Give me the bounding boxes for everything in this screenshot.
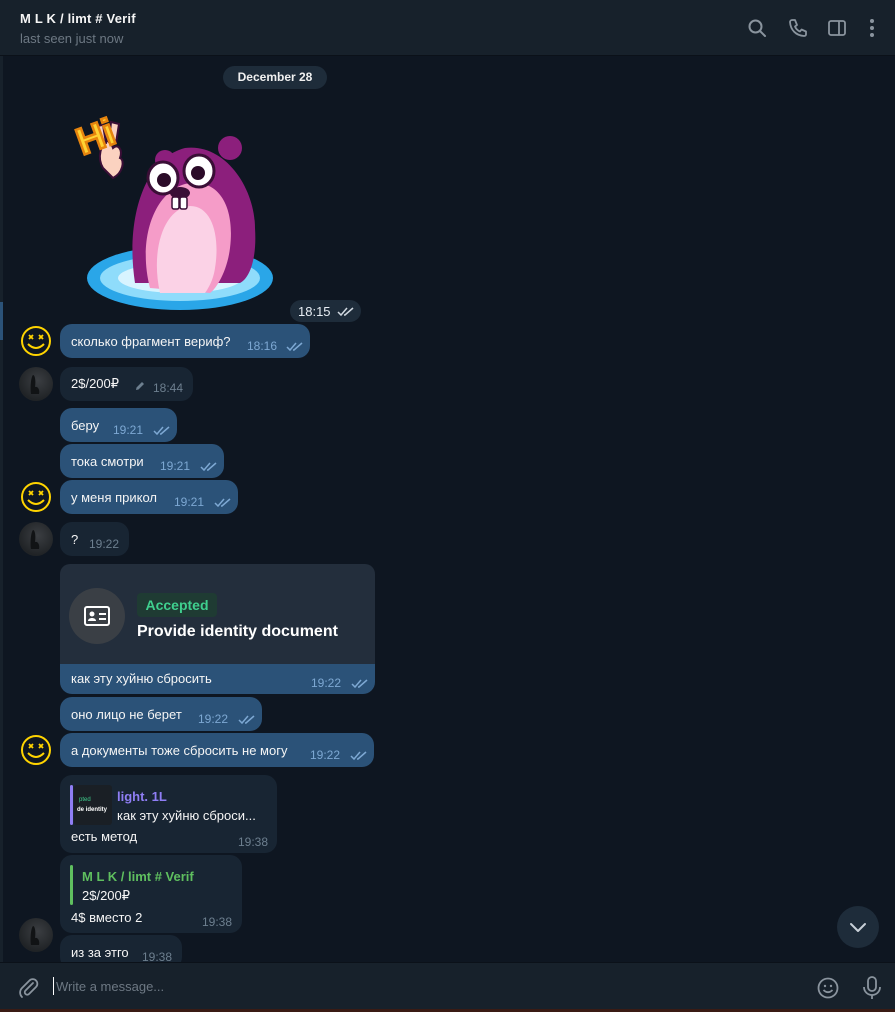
message-text: из за этго: [71, 945, 129, 960]
message-time: 19:22: [311, 676, 342, 690]
smiley-avatar[interactable]: [19, 480, 53, 514]
message-time: 19:38: [238, 835, 269, 849]
reply-quote: 2$/200₽: [82, 888, 131, 903]
message-text: беру: [71, 418, 100, 433]
reply-message-bubble[interactable]: M L K / limt # Verif 2$/200₽ 4$ вместо 2…: [60, 855, 242, 933]
contact-avatar[interactable]: [19, 367, 53, 401]
read-ticks-icon: [350, 751, 367, 761]
chat-title[interactable]: M L K / limt # Verif: [20, 11, 136, 26]
reply-quote: как эту хуйню сброси...: [117, 808, 256, 823]
message-text: у меня прикол: [71, 490, 158, 505]
message-text: как эту хуйню сбросить: [71, 671, 212, 686]
message-time: 18:44: [153, 381, 184, 395]
reply-author: M L K / limt # Verif: [82, 869, 194, 884]
message-text: 4$ вместо 2: [71, 910, 143, 925]
message-composer: Write a message...: [0, 962, 895, 1012]
message-time: 19:22: [198, 712, 229, 726]
read-ticks-icon: [238, 715, 255, 725]
message-time: 18:16: [247, 339, 278, 353]
id-card-icon: [84, 606, 110, 626]
message-time: 19:21: [160, 459, 191, 473]
message-text: 2$/200₽: [71, 376, 120, 391]
scroll-down-button[interactable]: [837, 906, 879, 948]
message-bubble[interactable]: у меня прикол 19:21: [60, 480, 238, 514]
message-text: сколько фрагмент вериф?: [71, 334, 231, 349]
message-text: оно лицо не берет: [71, 707, 182, 722]
sidebar-toggle-icon[interactable]: [826, 17, 848, 39]
microphone-icon[interactable]: [861, 975, 883, 1001]
smiley-avatar[interactable]: [19, 733, 53, 767]
card-title: Provide identity document: [137, 623, 338, 640]
read-ticks-icon: [286, 342, 303, 352]
read-ticks-icon: [214, 498, 231, 508]
search-icon[interactable]: [746, 17, 768, 39]
contact-avatar[interactable]: [19, 522, 53, 556]
message-text: есть метод: [71, 829, 138, 844]
read-ticks-icon: [153, 426, 170, 436]
attach-icon[interactable]: [17, 976, 41, 1000]
message-bubble[interactable]: как эту хуйню сбросить 19:22: [60, 664, 375, 694]
smiley-avatar[interactable]: [19, 324, 53, 358]
message-bubble[interactable]: сколько фрагмент вериф? 18:16: [60, 324, 310, 358]
reply-author: light. 1L: [117, 789, 167, 804]
message-time: 19:22: [310, 748, 341, 762]
chat-header: M L K / limt # Verif last seen just now: [0, 0, 895, 56]
message-bubble[interactable]: оно лицо не берет 19:22: [60, 697, 262, 731]
message-bubble[interactable]: ? 19:22: [60, 522, 129, 556]
reply-message-bubble[interactable]: pted de identity light. 1L как эту хуйню…: [60, 775, 277, 853]
sticker-timestamp: 18:15: [290, 300, 361, 322]
reply-thumbnail: pted de identity: [74, 785, 112, 825]
message-text: ?: [71, 532, 79, 547]
message-bubble[interactable]: а документы тоже сбросить не могу 19:22: [60, 733, 374, 767]
beaver-sticker[interactable]: Hi: [65, 98, 280, 318]
date-separator: December 28: [223, 66, 327, 89]
message-bubble[interactable]: беру 19:21: [60, 408, 177, 442]
pencil-icon: [136, 382, 144, 390]
message-input[interactable]: Write a message...: [56, 979, 164, 994]
reply-bar: [70, 865, 73, 905]
message-time: 19:22: [89, 537, 120, 551]
chevron-down-icon: [850, 923, 866, 932]
contact-avatar[interactable]: [19, 918, 53, 952]
text-caret: [53, 977, 54, 995]
read-ticks-icon: [200, 462, 217, 472]
identity-card-image[interactable]: Accepted Provide identity document: [60, 564, 375, 664]
emoji-icon[interactable]: [816, 976, 840, 1000]
message-time: 19:21: [174, 495, 205, 509]
left-edge: [0, 56, 3, 962]
accepted-badge: Accepted: [137, 593, 217, 617]
more-icon[interactable]: [861, 17, 883, 39]
id-card-circle: [69, 588, 125, 644]
message-text: а документы тоже сбросить не могу: [71, 743, 288, 758]
message-time: 19:38: [202, 915, 233, 929]
message-time: 19:21: [113, 423, 144, 437]
message-text: тока смотри: [71, 454, 144, 469]
chat-status: last seen just now: [20, 31, 124, 46]
read-ticks-icon: [351, 679, 368, 689]
reply-bar: [70, 785, 73, 825]
phone-icon[interactable]: [787, 17, 809, 39]
read-ticks-icon: [337, 307, 354, 317]
message-bubble[interactable]: тока смотри 19:21: [60, 444, 224, 478]
message-bubble[interactable]: 2$/200₽ 18:44: [60, 367, 193, 401]
